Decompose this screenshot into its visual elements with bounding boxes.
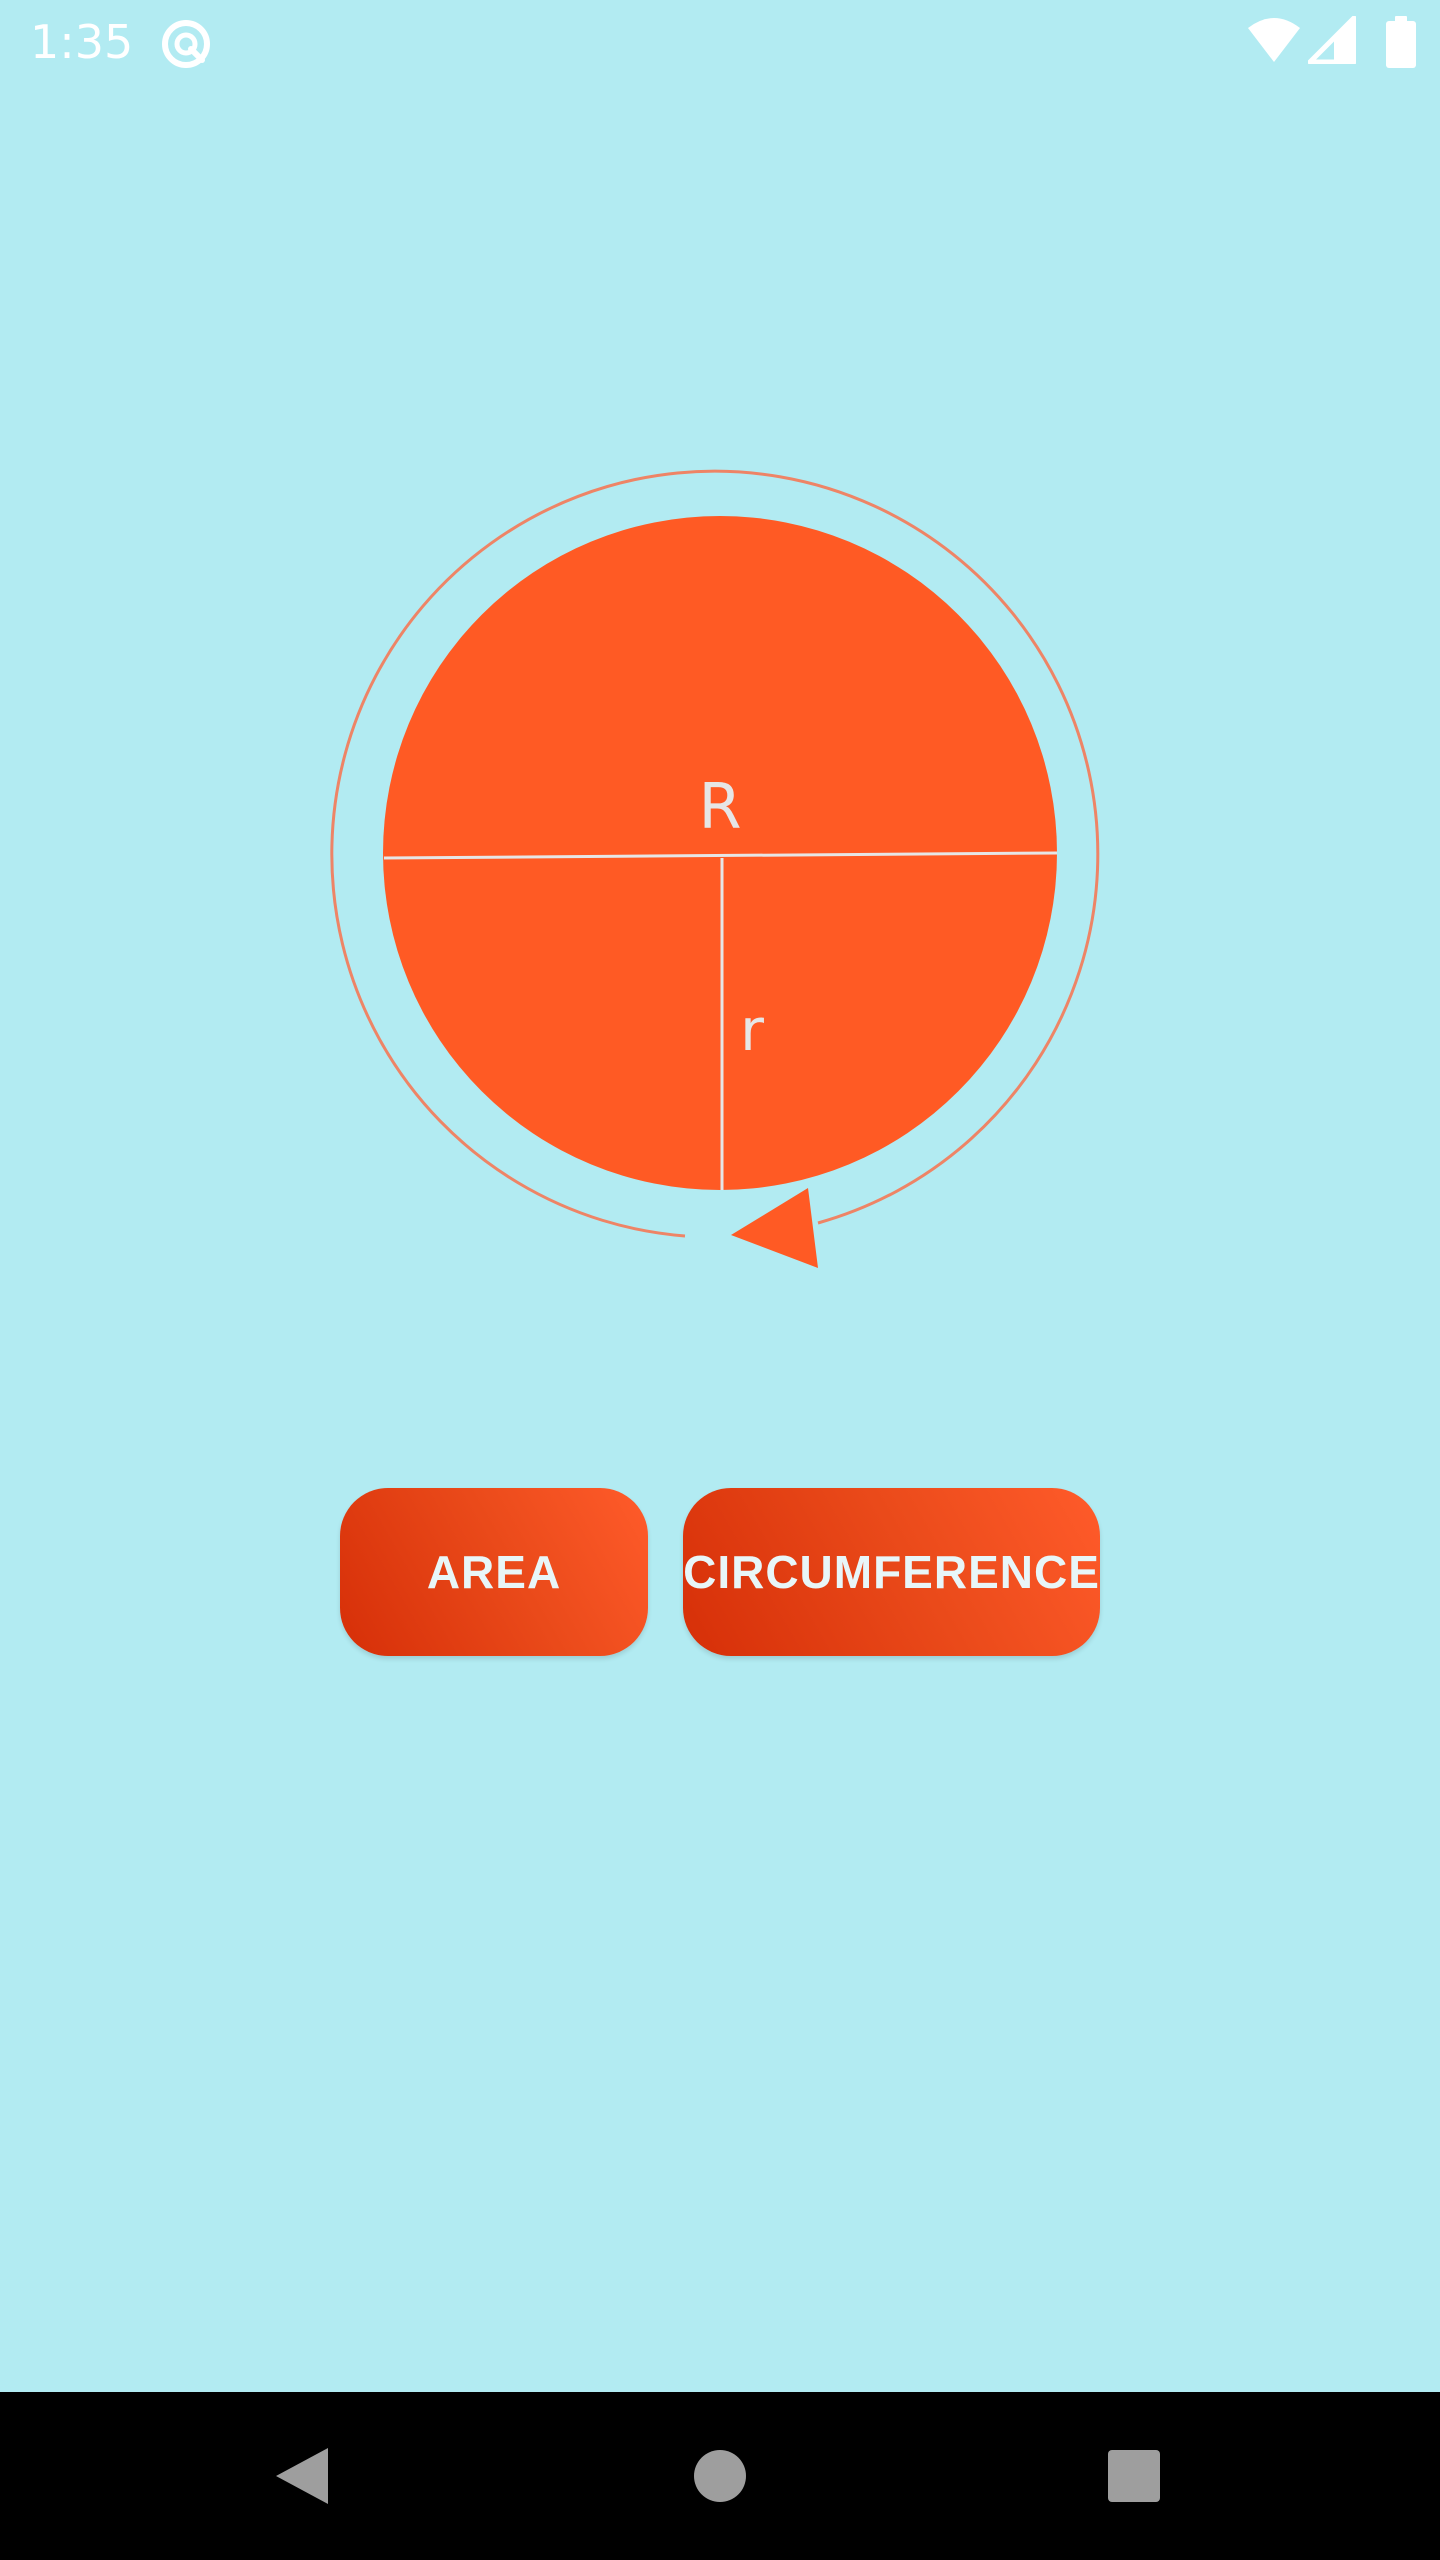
- home-icon: [694, 2450, 746, 2502]
- wifi-icon: [1248, 18, 1300, 62]
- recent-apps-button[interactable]: [1064, 2392, 1204, 2560]
- back-icon: [276, 2448, 328, 2504]
- small-radius-label: r: [740, 996, 764, 1064]
- circumference-button[interactable]: CIRCUMFERENCE: [683, 1488, 1100, 1656]
- button-row: AREA CIRCUMFERENCE: [340, 1488, 1100, 1656]
- battery-icon: [1386, 16, 1416, 68]
- big-radius-label: R: [698, 770, 741, 843]
- status-icons: [1246, 16, 1416, 72]
- circumference-button-label: CIRCUMFERENCE: [683, 1546, 1100, 1598]
- back-button[interactable]: [232, 2392, 372, 2560]
- arrow-icon: [731, 1188, 818, 1268]
- app-notification-icon: [158, 16, 214, 72]
- status-time: 1:35: [30, 15, 134, 69]
- area-button-label: AREA: [426, 1546, 562, 1598]
- status-bar: 1:35: [0, 0, 1440, 84]
- recent-apps-icon: [1108, 2450, 1160, 2502]
- circle-diagram: R r: [330, 460, 1110, 1280]
- cell-signal-icon: [1308, 16, 1356, 64]
- home-button[interactable]: [650, 2392, 790, 2560]
- area-button[interactable]: AREA: [340, 1488, 648, 1656]
- navigation-bar: [0, 2392, 1440, 2560]
